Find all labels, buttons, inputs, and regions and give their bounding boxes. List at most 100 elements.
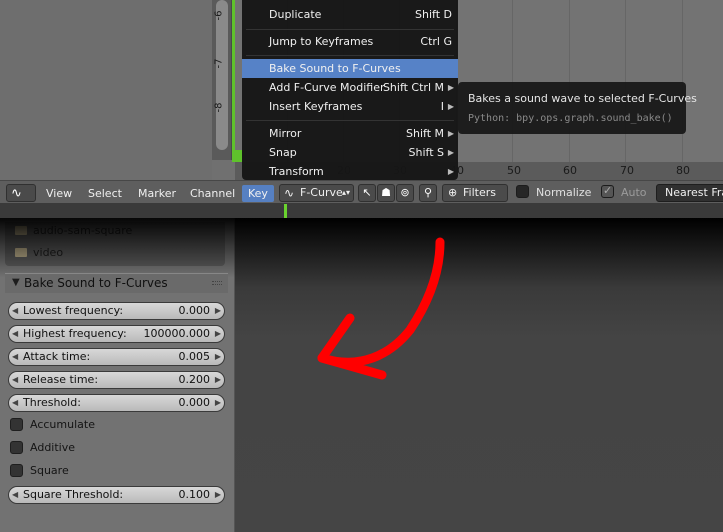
tool-sidebar: audio-sam-square video ▼ Bake Sound to F… [0,218,235,532]
threshold-field[interactable]: ◀ Threshold: 0.000 ▶ [8,394,225,412]
zoom-icon[interactable]: ⚲ [419,184,437,202]
drag-grip-icon[interactable] [212,281,222,285]
submenu-arrow-icon: ▶ [447,83,454,92]
timeline-strip[interactable] [0,204,723,218]
menu-item-bake-sound[interactable]: Bake Sound to F-Curves [242,59,458,78]
option-label: Accumulate [30,418,95,431]
key-dropdown-menu: Duplicate Shift D Jump to Keyframes Ctrl… [242,0,458,180]
menu-item-label: Bake Sound to F-Curves [269,62,401,75]
menu-item-add-fcurve-modifier[interactable]: Add F-Curve Modifier Shift Ctrl M ▶ [242,78,458,97]
folder-icon [15,226,27,235]
normalize-checkbox[interactable] [516,185,529,198]
decrement-arrow-icon[interactable]: ◀ [12,349,18,365]
menu-item-label: Duplicate [269,8,322,21]
menu-marker[interactable]: Marker [136,185,178,202]
increment-arrow-icon[interactable]: ▶ [215,487,221,503]
increment-arrow-icon[interactable]: ▶ [215,372,221,388]
annotation-arrow-icon [317,237,445,380]
field-value: 0.000 [178,396,211,409]
menu-item-insert-keyframes[interactable]: Insert Keyframes I ▶ [242,97,458,116]
filter-icon: ⊕ [448,186,458,199]
field-label: Threshold: [23,396,81,409]
submenu-arrow-icon: ▶ [447,129,454,138]
menu-item-duplicate[interactable]: Duplicate Shift D [242,5,458,24]
mode-select-value: F-Curve [300,186,343,199]
decrement-arrow-icon[interactable]: ◀ [12,326,18,342]
strip-playhead[interactable] [284,204,287,218]
field-value: 100000.000 [143,327,210,340]
checkmark-icon: ✓ [603,184,613,197]
file-list[interactable]: audio-sam-square video [5,222,225,266]
normalize-label: Normalize [536,186,592,199]
mode-select[interactable]: ∿ F-Curve ▴▾ [279,184,354,202]
frame-tick: 80 [676,164,690,177]
menu-item-shortcut: Ctrl G [420,35,452,48]
vertical-scrollbar[interactable] [212,0,232,160]
cursor-icon[interactable]: ↖ [358,184,376,202]
operator-panel-header[interactable]: ▼ Bake Sound to F-Curves [5,273,228,293]
frame-tick: 70 [620,164,634,177]
option-label: Additive [30,441,75,454]
highest-frequency-field[interactable]: ◀ Highest frequency: 100000.000 ▶ [8,325,225,343]
additive-checkbox[interactable] [10,441,23,454]
increment-arrow-icon[interactable]: ▶ [215,395,221,411]
vertical-scrollbar-thumb[interactable] [216,0,228,150]
graph-editor-icon: ∿ [11,186,22,201]
menu-item-label: Add F-Curve Modifier [269,81,385,94]
pivot-icon[interactable]: ⊚ [396,184,414,202]
submenu-arrow-icon: ▶ [447,102,454,111]
field-label: Attack time: [23,350,91,363]
menu-key[interactable]: Key [242,185,274,202]
menu-view[interactable]: View [44,185,74,202]
current-frame-line[interactable] [232,0,235,162]
grid-line [625,0,626,162]
lowest-frequency-field[interactable]: ◀ Lowest frequency: 0.000 ▶ [8,302,225,320]
list-item[interactable]: video [15,246,63,259]
field-value: 0.200 [178,373,211,386]
decrement-arrow-icon[interactable]: ◀ [12,395,18,411]
attack-time-field[interactable]: ◀ Attack time: 0.005 ▶ [8,348,225,366]
decrement-arrow-icon[interactable]: ◀ [12,372,18,388]
select-arrows-icon: ▴▾ [341,188,350,197]
increment-arrow-icon[interactable]: ▶ [215,326,221,342]
operator-panel-title: Bake Sound to F-Curves [24,276,168,290]
menu-item-jump-to-keyframes[interactable]: Jump to Keyframes Ctrl G [242,32,458,51]
menu-item-shortcut: Shift M [406,127,444,140]
decrement-arrow-icon[interactable]: ◀ [12,487,18,503]
accumulate-checkbox[interactable] [10,418,23,431]
graph-editor-header: ∿ View Select Marker Channel Key ∿ F-Cur… [0,180,723,204]
release-time-field[interactable]: ◀ Release time: 0.200 ▶ [8,371,225,389]
folder-icon [15,248,27,257]
list-item[interactable]: audio-sam-square [15,224,132,237]
field-value: 0.005 [178,350,211,363]
square-checkbox[interactable] [10,464,23,477]
editor-type-button[interactable]: ∿ [6,184,36,202]
auto-checkbox[interactable]: ✓ [601,184,614,198]
field-value: 0.100 [178,488,211,501]
field-label: Release time: [23,373,99,386]
menu-separator [246,29,454,30]
menu-separator [246,55,454,56]
menu-select[interactable]: Select [86,185,124,202]
filters-button[interactable]: ⊕ Filters [442,184,508,202]
menu-item-snap[interactable]: Snap Shift S ▶ [242,143,458,162]
ghost-curves-icon[interactable]: ☗ [377,184,395,202]
increment-arrow-icon[interactable]: ▶ [215,303,221,319]
snap-mode-select[interactable]: Nearest Fra [656,184,723,202]
y-axis-label: -8 [213,102,225,113]
menu-item-label: Insert Keyframes [269,100,363,113]
menu-item-mirror[interactable]: Mirror Shift M ▶ [242,124,458,143]
menu-channel[interactable]: Channel [188,185,237,202]
menu-separator [246,120,454,121]
increment-arrow-icon[interactable]: ▶ [215,349,221,365]
menu-item-label: Jump to Keyframes [269,35,374,48]
menu-item-transform[interactable]: Transform ▶ [242,162,458,181]
menu-item-label: Transform [269,165,324,178]
collapse-triangle-icon[interactable]: ▼ [12,277,20,288]
fcurve-icon: ∿ [284,186,295,200]
decrement-arrow-icon[interactable]: ◀ [12,303,18,319]
field-value: 0.000 [178,304,211,317]
file-name: video [33,246,64,259]
field-label: Square Threshold: [23,488,124,501]
square-threshold-field[interactable]: ◀ Square Threshold: 0.100 ▶ [8,486,225,504]
